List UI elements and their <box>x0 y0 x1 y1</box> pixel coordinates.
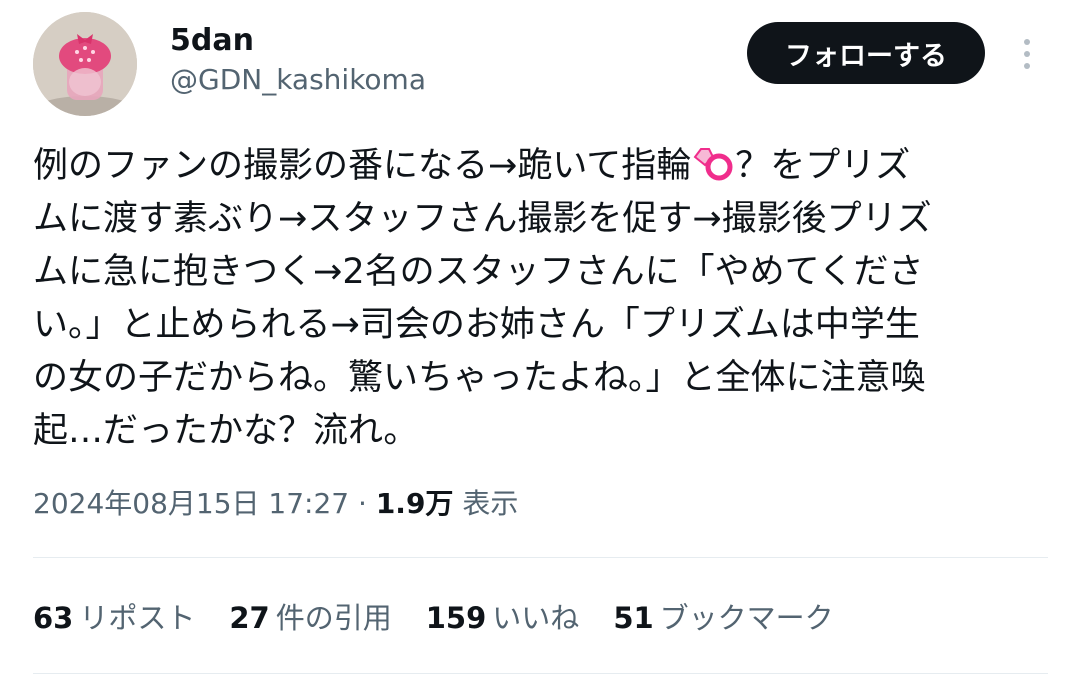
timestamp-link[interactable]: 2024年08月15日 17:27 <box>33 487 349 520</box>
reposts-stat[interactable]: 63 リポスト <box>33 598 195 638</box>
tweet-line: い。」と止められる→司会のお姉さん「プリズムは中学生 <box>33 305 920 345</box>
tweet-line: 例のファンの撮影の番になる→跪いて指輪 ？をプリズ <box>33 140 1048 193</box>
avatar[interactable] <box>33 12 137 116</box>
tweet-line: ムに急に抱きつく→2名のスタッフさんに「やめてくださ <box>33 252 924 292</box>
quotes-stat[interactable]: 27 件の引用 <box>229 598 391 638</box>
bookmarks-label: ブックマーク <box>659 601 834 635</box>
bookmarks-stat[interactable]: 51 ブックマーク <box>613 598 833 638</box>
tweet-text-segment: 例のファンの撮影の番になる→跪いて指輪 <box>33 146 692 186</box>
reposts-label: リポスト <box>79 601 196 635</box>
divider <box>33 673 1048 674</box>
tweet-line: ムに渡す素ぶり→スタッフさん撮影を促す→撮影後プリズ <box>33 199 932 239</box>
quotes-count: 27 <box>229 601 270 635</box>
meta-separator: · <box>358 487 367 520</box>
divider <box>33 557 1048 558</box>
author-handle[interactable]: @GDN_kashikoma <box>170 62 426 98</box>
avatar-image <box>33 12 137 116</box>
follow-button[interactable]: フォローする <box>747 22 985 84</box>
tweet-text-segment: ？をプリズ <box>735 146 911 186</box>
tweet-line: の女の子だからね。驚いちゃったよね。」と全体に注意喚 <box>33 358 926 398</box>
views-count: 1.9万 <box>375 487 454 520</box>
more-vertical-icon[interactable] <box>1012 36 1042 72</box>
likes-count: 159 <box>425 601 487 635</box>
quotes-label: 件の引用 <box>275 601 392 635</box>
reposts-count: 63 <box>33 601 74 635</box>
likes-label: いいね <box>492 601 580 635</box>
engagement-stats: 63 リポスト 27 件の引用 159 いいね 51 ブックマーク <box>33 598 868 638</box>
author-display-name[interactable]: 5dan <box>170 22 254 60</box>
bookmarks-count: 51 <box>613 601 654 635</box>
tweet-line: 起…だったかな？流れ。 <box>33 411 419 451</box>
tweet-meta: 2024年08月15日 17:27 · 1.9万 表示 <box>33 484 518 524</box>
ring-emoji-icon <box>691 144 735 181</box>
views-label: 表示 <box>462 487 519 520</box>
likes-stat[interactable]: 159 いいね <box>426 598 580 638</box>
tweet-text: 例のファンの撮影の番になる→跪いて指輪 ？をプリズ ムに渡す素ぶり→スタッフさん撮… <box>33 140 1048 458</box>
